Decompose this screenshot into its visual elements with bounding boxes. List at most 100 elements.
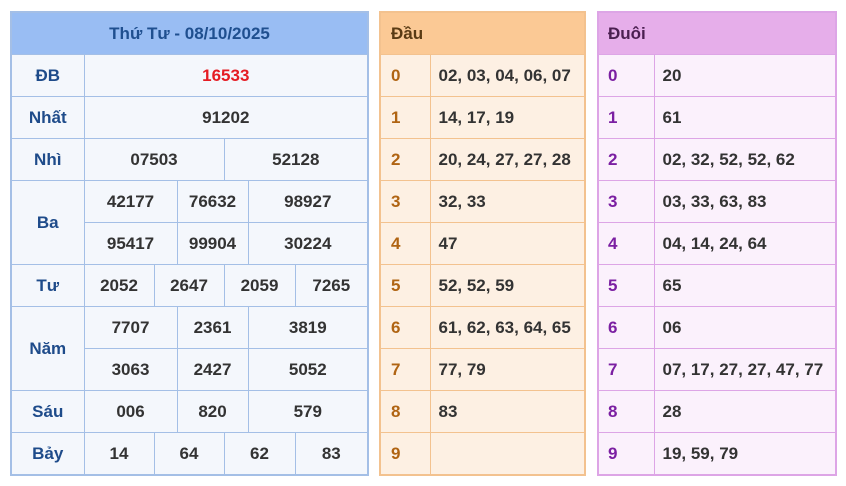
duoi-values: 65 bbox=[653, 264, 837, 307]
dau-digit: 9 bbox=[379, 432, 431, 476]
prize-row-bay: Bảy 14 64 62 83 bbox=[10, 432, 369, 476]
prize-value-nam: 3819 bbox=[247, 306, 369, 349]
duoi-header: Đuôi bbox=[597, 11, 837, 55]
prize-value-ba: 95417 bbox=[83, 222, 178, 265]
duoi-values: 03, 33, 63, 83 bbox=[653, 180, 837, 223]
duoi-row: 0 20 bbox=[597, 54, 837, 97]
dau-values: 02, 03, 04, 06, 07 bbox=[429, 54, 586, 97]
duoi-row: 5 65 bbox=[597, 264, 837, 307]
prize-value-nam: 7707 bbox=[83, 306, 178, 349]
duoi-row: 9 19, 59, 79 bbox=[597, 432, 837, 476]
prize-value-bay: 14 bbox=[83, 432, 155, 476]
prize-row-db: ĐB 16533 bbox=[10, 54, 369, 97]
dau-digit: 6 bbox=[379, 306, 431, 349]
duoi-digit: 9 bbox=[597, 432, 655, 476]
dau-row: 3 32, 33 bbox=[379, 180, 586, 223]
duoi-digit: 6 bbox=[597, 306, 655, 349]
duoi-row: 2 02, 32, 52, 52, 62 bbox=[597, 138, 837, 181]
dau-digit: 7 bbox=[379, 348, 431, 391]
dau-values: 47 bbox=[429, 222, 586, 265]
duoi-values: 02, 32, 52, 52, 62 bbox=[653, 138, 837, 181]
dau-digit: 3 bbox=[379, 180, 431, 223]
dau-row: 9 bbox=[379, 432, 586, 476]
results-table: Thứ Tư - 08/10/2025 ĐB 16533 Nhất 91202 … bbox=[10, 11, 370, 476]
prize-value-nam: 5052 bbox=[247, 348, 369, 391]
prize-value-ba: 76632 bbox=[176, 180, 249, 223]
dau-row: 5 52, 52, 59 bbox=[379, 264, 586, 307]
dau-values: 61, 62, 63, 64, 65 bbox=[429, 306, 586, 349]
duoi-row: 8 28 bbox=[597, 390, 837, 433]
dau-digit: 0 bbox=[379, 54, 431, 97]
duoi-values: 19, 59, 79 bbox=[653, 432, 837, 476]
duoi-values: 06 bbox=[653, 306, 837, 349]
dau-body: 0 02, 03, 04, 06, 07 1 14, 17, 19 2 20, 24, 2… bbox=[379, 54, 586, 476]
dau-values bbox=[429, 432, 586, 476]
results-header-row: Thứ Tư - 08/10/2025 bbox=[10, 11, 369, 55]
duoi-values: 07, 17, 27, 27, 47, 77 bbox=[653, 348, 837, 391]
dau-row: 4 47 bbox=[379, 222, 586, 265]
prize-label-bay: Bảy bbox=[10, 432, 85, 476]
prize-value-db: 16533 bbox=[83, 54, 369, 97]
dau-digit: 1 bbox=[379, 96, 431, 139]
duoi-body: 0 20 1 61 2 02, 32, 52, 52, 62 3 03, 33, 63, 83… bbox=[597, 54, 837, 476]
duoi-values: 04, 14, 24, 64 bbox=[653, 222, 837, 265]
prize-row-tu: Tư 2052 2647 2059 7265 bbox=[10, 264, 369, 307]
prize-value-nhi: 52128 bbox=[223, 138, 369, 181]
dau-digit: 2 bbox=[379, 138, 431, 181]
duoi-digit: 1 bbox=[597, 96, 655, 139]
dau-row: 8 83 bbox=[379, 390, 586, 433]
prize-value-sau: 579 bbox=[247, 390, 369, 433]
prize-value-tu: 7265 bbox=[294, 264, 369, 307]
duoi-digit: 0 bbox=[597, 54, 655, 97]
prize-value-tu: 2059 bbox=[223, 264, 296, 307]
prize-label-sau: Sáu bbox=[10, 390, 85, 433]
duoi-row: 7 07, 17, 27, 27, 47, 77 bbox=[597, 348, 837, 391]
dau-digit: 5 bbox=[379, 264, 431, 307]
dau-values: 77, 79 bbox=[429, 348, 586, 391]
prize-value-ba: 42177 bbox=[83, 180, 178, 223]
prize-row-nam: Năm 7707 2361 3819 bbox=[10, 306, 369, 391]
prize-row-ba: Ba 42177 76632 98927 bbox=[10, 180, 369, 265]
dau-values: 52, 52, 59 bbox=[429, 264, 586, 307]
duoi-digit: 8 bbox=[597, 390, 655, 433]
duoi-values: 61 bbox=[653, 96, 837, 139]
prize-label-tu: Tư bbox=[10, 264, 85, 307]
duoi-header-row: Đuôi bbox=[597, 11, 837, 55]
prize-value-nam: 2361 bbox=[176, 306, 249, 349]
prize-value-tu: 2647 bbox=[153, 264, 225, 307]
dau-row: 0 02, 03, 04, 06, 07 bbox=[379, 54, 586, 97]
prize-value-bay: 83 bbox=[294, 432, 369, 476]
dau-table: Đầu 0 02, 03, 04, 06, 07 1 14, 17, 19 2 20, 2… bbox=[379, 11, 586, 476]
dau-digit: 8 bbox=[379, 390, 431, 433]
duoi-row: 3 03, 33, 63, 83 bbox=[597, 180, 837, 223]
duoi-row: 4 04, 14, 24, 64 bbox=[597, 222, 837, 265]
duoi-table: Đuôi 0 20 1 61 2 02, 32, 52, 52, 62 3 03, 33, 6… bbox=[597, 11, 837, 476]
duoi-digit: 2 bbox=[597, 138, 655, 181]
duoi-row: 6 06 bbox=[597, 306, 837, 349]
dau-row: 1 14, 17, 19 bbox=[379, 96, 586, 139]
duoi-digit: 3 bbox=[597, 180, 655, 223]
prize-row-nhat: Nhất 91202 bbox=[10, 96, 369, 139]
prize-value-bay: 64 bbox=[153, 432, 225, 476]
prize-value-ba: 98927 bbox=[247, 180, 369, 223]
prize-value-tu: 2052 bbox=[83, 264, 155, 307]
prize-value-sau: 820 bbox=[176, 390, 249, 433]
duoi-digit: 5 bbox=[597, 264, 655, 307]
dau-header-row: Đầu bbox=[379, 11, 586, 55]
prize-label-nhat: Nhất bbox=[10, 96, 85, 139]
dau-values: 83 bbox=[429, 390, 586, 433]
results-title: Thứ Tư - 08/10/2025 bbox=[10, 11, 369, 55]
prize-row-nhi: Nhì 07503 52128 bbox=[10, 138, 369, 181]
prize-value-nhat: 91202 bbox=[83, 96, 369, 139]
prize-value-bay: 62 bbox=[223, 432, 296, 476]
duoi-values: 20 bbox=[653, 54, 837, 97]
dau-values: 32, 33 bbox=[429, 180, 586, 223]
prize-value-nam: 2427 bbox=[176, 348, 249, 391]
dau-row: 7 77, 79 bbox=[379, 348, 586, 391]
duoi-values: 28 bbox=[653, 390, 837, 433]
prize-value-ba: 99904 bbox=[176, 222, 249, 265]
dau-row: 2 20, 24, 27, 27, 28 bbox=[379, 138, 586, 181]
prize-label-nhi: Nhì bbox=[10, 138, 85, 181]
prize-value-nhi: 07503 bbox=[83, 138, 225, 181]
dau-digit: 4 bbox=[379, 222, 431, 265]
